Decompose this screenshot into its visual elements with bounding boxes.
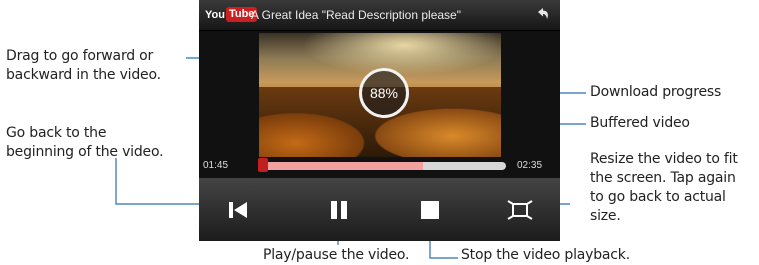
callout-buffered-video: Buffered video xyxy=(590,115,690,131)
stop-icon[interactable] xyxy=(415,195,445,225)
total-duration: 02:35 xyxy=(517,160,543,171)
control-bar xyxy=(199,178,560,241)
video-title: A Great Idea "Read Description please" xyxy=(251,8,461,22)
callout-go-back: Go back to the beginning of the video. xyxy=(6,125,164,160)
callout-stop: Stop the video playback. xyxy=(461,247,630,263)
callout-download-progress: Download progress xyxy=(590,84,722,100)
title-bar: You Tube A Great Idea "Read Description … xyxy=(199,0,560,31)
youtube-logo: You Tube xyxy=(205,6,258,23)
buffered-fill xyxy=(262,162,424,170)
pause-icon[interactable] xyxy=(324,195,354,225)
back-arrow-icon[interactable] xyxy=(533,6,551,23)
resize-icon[interactable] xyxy=(505,195,535,225)
callout-resize: Resize the video to fit the screen. Tap … xyxy=(590,151,738,224)
callout-drag: Drag to go forward or backward in the vi… xyxy=(6,48,161,83)
video-player: You Tube A Great Idea "Read Description … xyxy=(199,0,560,241)
download-progress-indicator: 88% xyxy=(359,68,409,118)
seek-bar[interactable] xyxy=(262,162,506,170)
skip-to-start-icon[interactable] xyxy=(223,195,253,225)
seek-thumb[interactable] xyxy=(258,158,268,172)
elapsed-time: 01:45 xyxy=(203,160,229,171)
callout-play-pause: Play/pause the video. xyxy=(263,247,410,263)
